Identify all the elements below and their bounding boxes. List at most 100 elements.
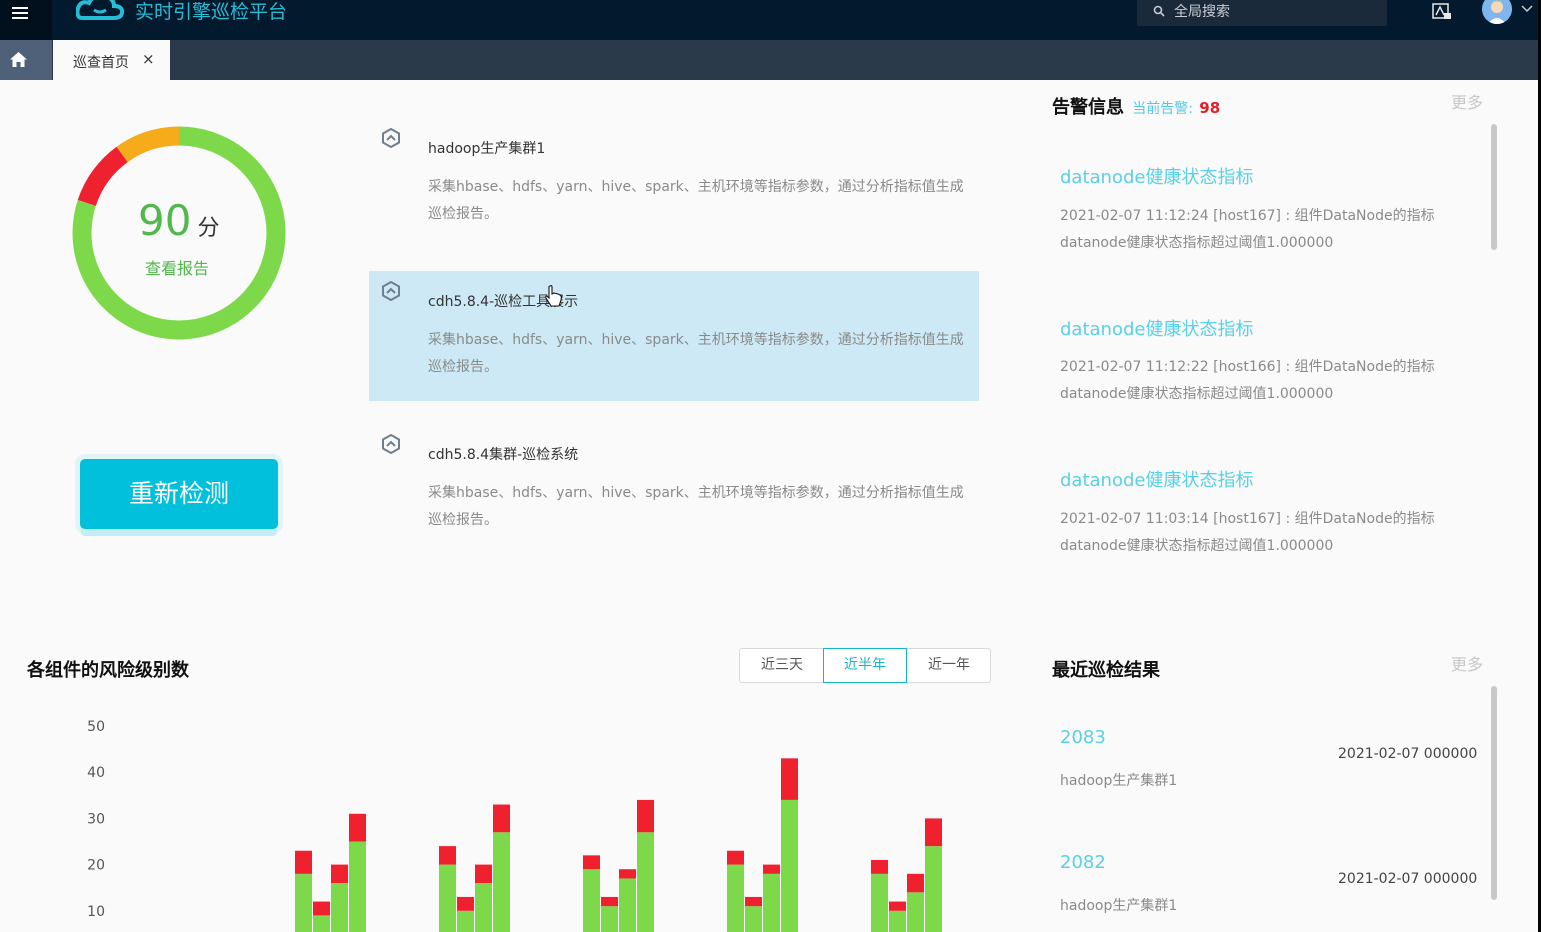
result-id-link[interactable]: 2083 (1060, 727, 1106, 748)
alert-body: 2021-02-07 11:03:14 [host167] : 组件DataNo… (1060, 511, 1435, 554)
score-value: 90 (138, 196, 192, 245)
menu-toggle-button[interactable] (0, 0, 52, 40)
recheck-button[interactable]: 重新检测 (80, 459, 278, 529)
bar-segment-red[interactable] (925, 818, 942, 847)
result-id-link[interactable]: 2082 (1060, 852, 1106, 873)
bar-segment-green[interactable] (439, 864, 456, 932)
bar-segment-green[interactable] (601, 906, 618, 932)
home-tab[interactable] (0, 40, 52, 80)
cluster-title: hadoop生产集群1 (428, 141, 546, 157)
result-cluster-name: hadoop生产集群1 (1060, 773, 1178, 789)
avatar-image-icon (1482, 0, 1512, 24)
y-tick-label: 20 (87, 858, 105, 874)
bar-segment-green[interactable] (475, 883, 492, 932)
hamburger-line (12, 17, 28, 19)
bar-segment-red[interactable] (493, 804, 510, 833)
screen-lock-icon[interactable] (1432, 3, 1452, 21)
result-date: 2021-02-07 000000 (1338, 746, 1478, 762)
bar-segment-red[interactable] (727, 850, 744, 865)
bar-segment-green[interactable] (331, 883, 348, 932)
app-title: 实时引擎巡检平台 (135, 1, 288, 23)
hand-cursor-icon (545, 285, 562, 307)
bar-segment-green[interactable] (313, 915, 330, 932)
alert-title[interactable]: datanode健康状态指标 (1060, 315, 1253, 341)
tab-bar: 巡查首页 × (0, 40, 1541, 80)
bar-segment-red[interactable] (619, 869, 636, 879)
chevron-down-icon[interactable] (1521, 5, 1533, 13)
current-alerts-count: 98 (1199, 99, 1221, 117)
bar-segment-green[interactable] (295, 873, 312, 932)
cluster-item[interactable]: cdh5.8.4-巡检工具展示 采集hbase、hdfs、yarn、hive、s… (369, 271, 979, 401)
alert-body: 2021-02-07 11:12:24 [host167] : 组件DataNo… (1060, 208, 1435, 251)
bar-segment-green[interactable] (457, 910, 474, 932)
bar-segment-red[interactable] (475, 864, 492, 884)
alert-body: 2021-02-07 11:12:22 [host166] : 组件DataNo… (1060, 359, 1435, 402)
y-tick-label: 40 (87, 765, 105, 781)
bar-segment-green[interactable] (727, 864, 744, 932)
bar-segment-green[interactable] (493, 832, 510, 932)
bar-segment-green[interactable] (781, 799, 798, 932)
bar-segment-red[interactable] (313, 901, 330, 916)
bar-segment-red[interactable] (601, 896, 618, 907)
bar-segment-green[interactable] (763, 873, 780, 932)
bar-segment-green[interactable] (907, 892, 924, 932)
bar-segment-red[interactable] (763, 864, 780, 874)
alerts-header: 告警信息 当前告警: 98 (1052, 93, 1220, 119)
home-icon (10, 52, 27, 67)
tab-inspection-home[interactable]: 巡查首页 × (53, 40, 170, 80)
view-report-link[interactable]: 查看报告 (145, 255, 209, 279)
result-cluster-name: hadoop生产集群1 (1060, 898, 1178, 914)
top-navbar: 实时引擎巡检平台 (0, 0, 1541, 40)
alerts-title: 告警信息 (1052, 97, 1124, 118)
bar-segment-green[interactable] (889, 910, 906, 932)
bar-segment-red[interactable] (781, 758, 798, 800)
bar-segment-green[interactable] (349, 841, 366, 932)
bar-segment-green[interactable] (871, 873, 888, 932)
alerts-scrollbar[interactable] (1491, 124, 1497, 250)
cluster-item[interactable]: hadoop生产集群1 采集hbase、hdfs、yarn、hive、spark… (369, 118, 979, 248)
bar-segment-red[interactable] (349, 813, 366, 842)
y-tick-label: 30 (87, 811, 105, 827)
bar-segment-red[interactable] (583, 855, 600, 870)
cluster-shield-icon (382, 281, 400, 301)
bar-segment-green[interactable] (745, 906, 762, 932)
hamburger-line (12, 7, 28, 9)
user-avatar[interactable] (1482, 0, 1512, 24)
bar-segment-red[interactable] (889, 901, 906, 911)
bar-segment-red[interactable] (871, 859, 888, 874)
close-icon[interactable]: × (142, 50, 155, 68)
cluster-description: 采集hbase、hdfs、yarn、hive、spark、主机环境等指标参数，通… (428, 485, 964, 528)
search-input[interactable] (1174, 3, 1374, 21)
results-scrollbar[interactable] (1491, 686, 1497, 900)
cluster-description: 采集hbase、hdfs、yarn、hive、spark、主机环境等指标参数，通… (428, 179, 964, 222)
bar-segment-red[interactable] (745, 896, 762, 907)
range-1year-button[interactable]: 近一年 (907, 648, 991, 683)
current-alerts-label: 当前告警: (1132, 101, 1193, 117)
y-tick-label: 50 (87, 719, 105, 735)
cluster-description: 采集hbase、hdfs、yarn、hive、spark、主机环境等指标参数，通… (428, 332, 964, 375)
alert-title[interactable]: datanode健康状态指标 (1060, 466, 1253, 492)
bar-segment-red[interactable] (439, 846, 456, 865)
cluster-title: cdh5.8.4集群-巡检系统 (428, 447, 579, 463)
bar-segment-green[interactable] (619, 878, 636, 932)
cloud-logo-icon (76, 0, 125, 20)
results-title: 最近巡检结果 (1052, 660, 1160, 681)
alerts-more-link[interactable]: 更多 (1451, 89, 1483, 113)
range-3days-button[interactable]: 近三天 (740, 648, 824, 683)
bar-segment-red[interactable] (295, 850, 312, 874)
cluster-shield-icon (382, 128, 400, 148)
bar-segment-green[interactable] (583, 869, 600, 932)
bar-segment-red[interactable] (331, 864, 348, 884)
y-tick-label: 10 (87, 904, 105, 920)
bar-segment-red[interactable] (637, 799, 654, 833)
search-icon (1153, 5, 1165, 17)
results-more-link[interactable]: 更多 (1451, 651, 1483, 675)
bar-segment-green[interactable] (925, 846, 942, 932)
range-halfyear-button[interactable]: 近半年 (823, 648, 907, 683)
alert-title[interactable]: datanode健康状态指标 (1060, 163, 1253, 189)
cluster-item[interactable]: cdh5.8.4集群-巡检系统 采集hbase、hdfs、yarn、hive、s… (369, 424, 979, 554)
bar-segment-red[interactable] (907, 873, 924, 893)
bar-segment-red[interactable] (457, 896, 474, 911)
bar-segment-green[interactable] (637, 832, 654, 932)
global-search[interactable] (1137, 0, 1387, 26)
